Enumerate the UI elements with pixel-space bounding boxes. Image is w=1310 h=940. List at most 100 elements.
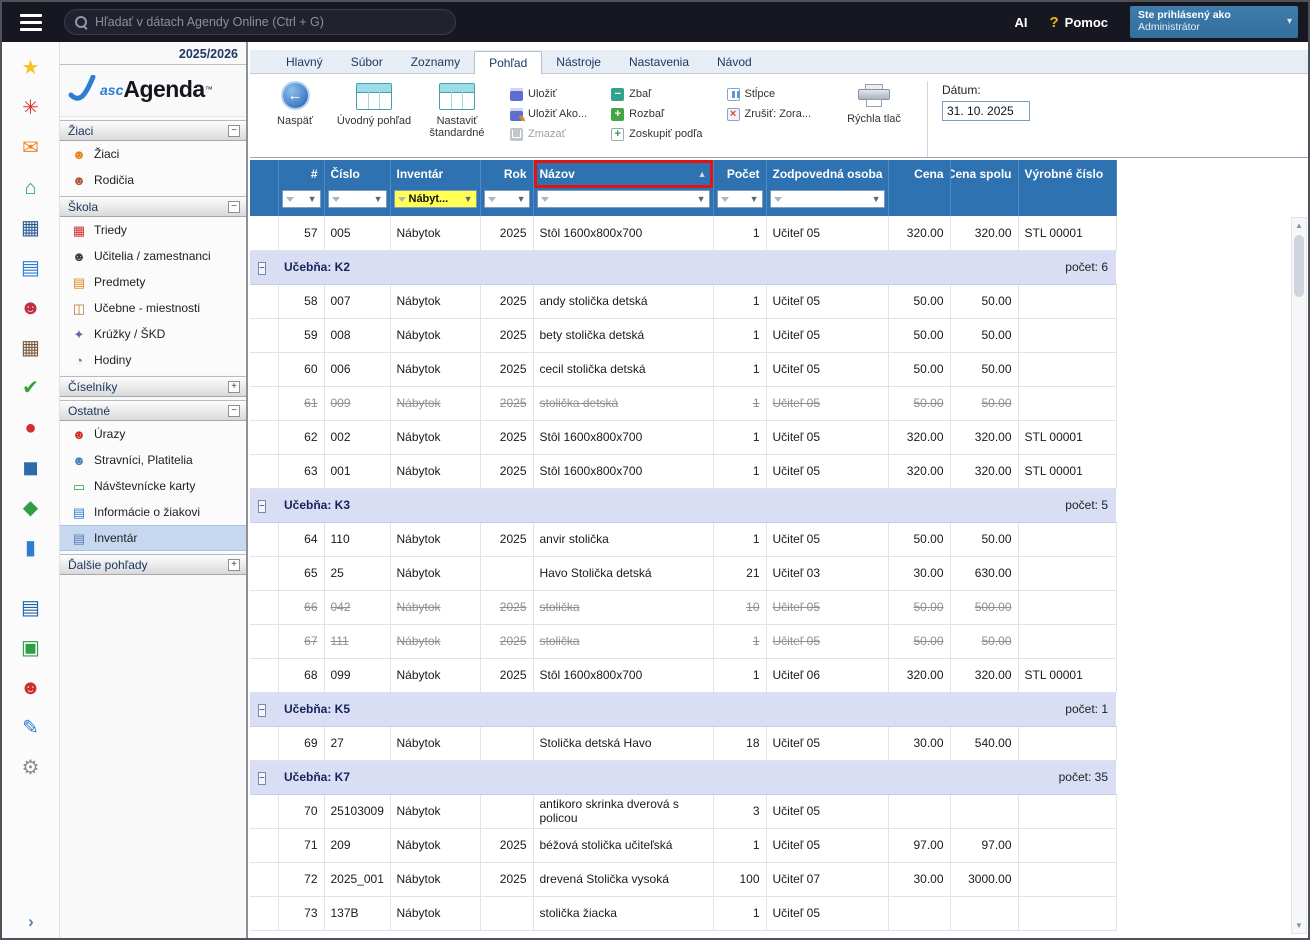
group-row[interactable]: −Učebňa: K7počet: 35 — [250, 760, 1116, 794]
rail-documents-icon[interactable]: ▣ — [11, 628, 51, 668]
collapse-group-icon[interactable]: − — [258, 500, 266, 513]
sidebar-item-ziaci[interactable]: ☻Žiaci — [60, 141, 246, 167]
column-header-nazov[interactable]: Názov▲ — [533, 160, 713, 188]
default-view-button[interactable]: Úvodný pohľad — [332, 81, 416, 127]
filter-box-osoba[interactable]: ▼ — [770, 190, 885, 208]
back-button[interactable]: ← Naspäť — [262, 81, 328, 127]
sidebar-section-ziaci[interactable]: Žiaci− — [60, 120, 246, 141]
group-row[interactable]: −Učebňa: K2počet: 6 — [250, 250, 1116, 284]
rail-messages-icon[interactable]: ☻ — [11, 668, 51, 708]
table-row[interactable]: 67111Nábytok2025stolička1Učiteľ 0550.005… — [250, 624, 1116, 658]
vertical-scrollbar[interactable]: ▲ ▼ — [1291, 217, 1307, 934]
sidebar-section-ostatne[interactable]: Ostatné− — [60, 400, 246, 421]
group-row[interactable]: −Učebňa: K3počet: 5 — [250, 488, 1116, 522]
table-row[interactable]: 722025_001Nábytok2025drevená Stolička vy… — [250, 862, 1116, 896]
sidebar-section-ciselniky[interactable]: Číselníky+ — [60, 376, 246, 397]
table-row[interactable]: 64110Nábytok2025anvir stolička1Učiteľ 05… — [250, 522, 1116, 556]
sidebar-section-dalsie-pohlady[interactable]: Ďalšie pohľady+ — [60, 554, 246, 575]
column-header-rok[interactable]: Rok — [480, 160, 533, 188]
tab-hlavny[interactable]: Hlavný — [272, 51, 337, 73]
date-input[interactable] — [942, 101, 1030, 121]
expand-icon[interactable]: + — [228, 559, 240, 571]
column-header-inventar[interactable]: Inventár — [390, 160, 480, 188]
filter-box-cislo[interactable]: ▼ — [328, 190, 387, 208]
quick-print-button[interactable]: Rýchla tlač — [839, 81, 909, 125]
sidebar-section-skola[interactable]: Škola− — [60, 196, 246, 217]
table-row[interactable]: 6525NábytokHavo Stolička detská21Učiteľ … — [250, 556, 1116, 590]
rail-grades-icon[interactable]: ● — [11, 408, 51, 448]
column-header-cislo[interactable]: Číslo — [324, 160, 390, 188]
table-row[interactable]: 66042Nábytok2025stolička10Učiteľ 0550.00… — [250, 590, 1116, 624]
save-button[interactable]: Uložiť — [506, 84, 591, 104]
rail-favorites-icon[interactable]: ★ — [11, 48, 51, 88]
sidebar-item-navstevnicke-karty[interactable]: ▭Návštevnícke karty — [60, 473, 246, 499]
columns-button[interactable]: Stĺpce — [723, 84, 815, 104]
expand-button[interactable]: +Rozbaľ — [607, 104, 706, 124]
sidebar-item-stravnici-platitelia[interactable]: ☻Stravníci, Platitelia — [60, 447, 246, 473]
column-header-spolu[interactable]: Cena spolu — [950, 160, 1018, 188]
sidebar-item-predmety[interactable]: ▤Predmety — [60, 269, 246, 295]
tab-subor[interactable]: Súbor — [337, 51, 397, 73]
table-row[interactable]: 71209Nábytok2025béžová stolička učiteľsk… — [250, 828, 1116, 862]
global-search[interactable] — [64, 9, 456, 35]
rail-celebration-icon[interactable]: ✳ — [11, 88, 51, 128]
rail-classbook-icon[interactable]: ▤ — [11, 248, 51, 288]
rail-mail-icon[interactable]: ✉ — [11, 128, 51, 168]
search-input[interactable] — [95, 15, 445, 29]
collapse-group-icon[interactable]: − — [258, 262, 266, 275]
group-by-button[interactable]: +Zoskupiť podľa — [607, 124, 706, 144]
collapse-button[interactable]: −Zbaľ — [607, 84, 706, 104]
sidebar-item-rodicia[interactable]: ☻Rodičia — [60, 167, 246, 193]
sidebar-item-inventar[interactable]: ▤Inventár — [60, 525, 246, 551]
rail-shield-icon[interactable]: ◆ — [11, 488, 51, 528]
column-header-vyrobne[interactable]: Výrobné číslo — [1018, 160, 1116, 188]
delete-button[interactable]: Zmazať — [506, 124, 591, 144]
rail-library-icon[interactable]: ▤ — [11, 588, 51, 628]
column-header-osoba[interactable]: Zodpovedná osoba — [766, 160, 888, 188]
tab-navod[interactable]: Návod — [703, 51, 766, 73]
column-header-cena[interactable]: Cena — [888, 160, 950, 188]
tab-nastroje[interactable]: Nástroje — [542, 51, 615, 73]
save-as-button[interactable]: Uložiť Ako... — [506, 104, 591, 124]
sidebar-item-informacie-o-ziakovi[interactable]: ▤Informácie o žiakovi — [60, 499, 246, 525]
table-row[interactable]: 62002Nábytok2025Stôl 1600x800x7001Učiteľ… — [250, 420, 1116, 454]
sidebar-item-ucebne-miestnosti[interactable]: ◫Učebne - miestnosti — [60, 295, 246, 321]
table-row[interactable]: 61009Nábytok2025stolička detská1Učiteľ 0… — [250, 386, 1116, 420]
rail-chart-icon[interactable]: ▮ — [11, 528, 51, 568]
group-row[interactable]: −Učebňa: K5počet: 1 — [250, 692, 1116, 726]
sidebar-item-triedy[interactable]: ▦Triedy — [60, 217, 246, 243]
filter-box-num[interactable]: ▼ — [282, 190, 321, 208]
rail-attendance-icon[interactable]: ✔ — [11, 368, 51, 408]
sidebar-item-ucitelia-zamestnanci[interactable]: ☻Učitelia / zamestnanci — [60, 243, 246, 269]
table-row[interactable]: 60006Nábytok2025cecil stolička detská1Uč… — [250, 352, 1116, 386]
rail-pen-icon[interactable]: ✎ — [11, 708, 51, 748]
logged-in-user[interactable]: Ste prihlásený ako Administrátor ▾ — [1130, 6, 1298, 38]
collapse-group-icon[interactable]: − — [258, 772, 266, 785]
filter-box-rok[interactable]: ▼ — [484, 190, 530, 208]
expand-icon[interactable]: + — [228, 381, 240, 393]
table-row[interactable]: 7025103009Nábytokantikoro skrinka dverov… — [250, 794, 1116, 828]
collapse-icon[interactable]: − — [228, 201, 240, 213]
set-standard-button[interactable]: Nastaviť štandardné — [420, 81, 494, 139]
ai-button[interactable]: AI — [1014, 15, 1027, 30]
rail-timetable-icon[interactable]: ▦ — [11, 208, 51, 248]
scrollbar-thumb[interactable] — [1294, 235, 1304, 297]
rail-settings-gear-icon[interactable]: ⚙ — [11, 748, 51, 788]
collapse-group-icon[interactable]: − — [258, 704, 266, 717]
sidebar-item-kruzky-skd[interactable]: ✦Krúžky / ŠKD — [60, 321, 246, 347]
collapse-icon[interactable]: − — [228, 405, 240, 417]
filter-box-inventar[interactable]: Nábyt...▼ — [394, 190, 477, 208]
column-header-num[interactable]: # — [278, 160, 324, 188]
rail-expand-button[interactable]: › — [2, 912, 60, 932]
rail-student-icon[interactable]: ☻ — [11, 288, 51, 328]
tab-nastavenia[interactable]: Nastavenia — [615, 51, 703, 73]
table-row[interactable]: 59008Nábytok2025bety stolička detská1Uči… — [250, 318, 1116, 352]
rail-home-icon[interactable]: ⌂ — [11, 168, 51, 208]
table-row[interactable]: 73137BNábytokstolička žiacka1Učiteľ 05 — [250, 896, 1116, 930]
table-row[interactable]: 68099Nábytok2025Stôl 1600x800x7001Učiteľ… — [250, 658, 1116, 692]
tab-zoznamy[interactable]: Zoznamy — [397, 51, 474, 73]
rail-briefcase-icon[interactable]: ◼ — [11, 448, 51, 488]
table-row[interactable]: 58007Nábytok2025andy stolička detská1Uči… — [250, 284, 1116, 318]
rail-calendar-icon[interactable]: ▦ — [11, 328, 51, 368]
table-row[interactable]: 57005Nábytok2025Stôl 1600x800x7001Učiteľ… — [250, 216, 1116, 250]
